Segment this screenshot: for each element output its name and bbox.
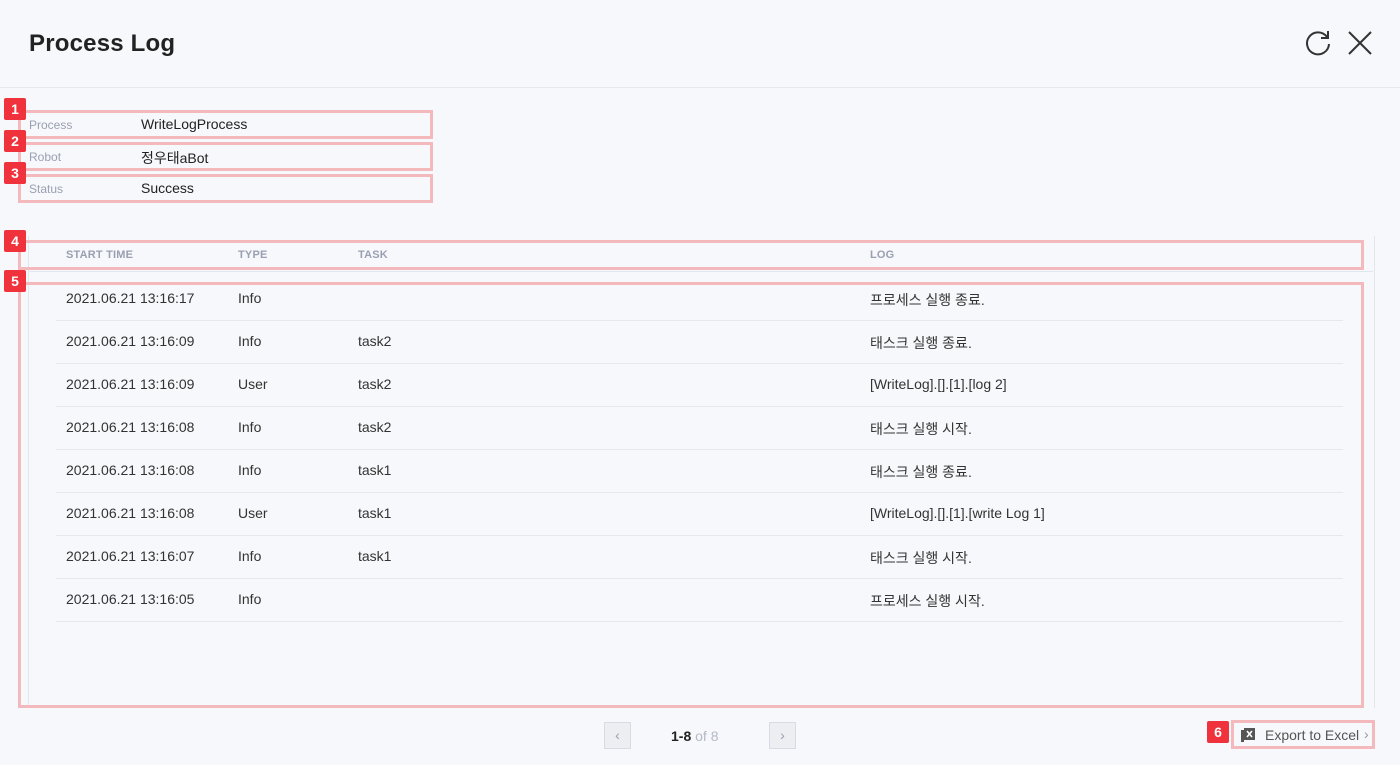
page-indicator: 1-8 of 8 — [671, 728, 719, 744]
cell-start-time: 2021.06.21 13:16:07 — [66, 548, 195, 564]
cell-type: Info — [238, 591, 262, 607]
robot-label: Robot — [29, 150, 62, 164]
refresh-button[interactable] — [1303, 28, 1333, 58]
cell-start-time: 2021.06.21 13:16:17 — [66, 290, 195, 306]
table-row[interactable]: 2021.06.21 13:16:09 Info task2 태스크 실행 종료. — [56, 320, 1343, 364]
cell-task: task2 — [358, 376, 392, 392]
chevron-right-icon: › — [780, 727, 785, 743]
info-row-process: Process WriteLogProcess — [18, 110, 433, 139]
cell-task: task2 — [358, 419, 392, 435]
annotation-badge-5: 5 — [4, 270, 26, 292]
process-label: Process — [29, 118, 73, 132]
table-row[interactable]: 2021.06.21 13:16:09 User task2 [WriteLog].[… — [56, 363, 1343, 407]
cell-start-time: 2021.06.21 13:16:09 — [66, 333, 195, 349]
info-row-robot: Robot 정우태aBot — [18, 142, 433, 171]
chevron-left-icon: ‹ — [615, 727, 620, 743]
header-highlight — [18, 240, 1364, 270]
page-range: 1-8 — [671, 728, 692, 744]
cell-start-time: 2021.06.21 13:16:09 — [66, 376, 195, 392]
export-label: Export to Excel — [1265, 727, 1360, 743]
cell-start-time: 2021.06.21 13:16:08 — [66, 462, 195, 478]
annotation-badge-3: 3 — [4, 162, 26, 184]
dialog-title: Process Log — [29, 30, 176, 57]
table-row[interactable]: 2021.06.21 13:16:08 User task1 [WriteLog].[… — [56, 492, 1343, 536]
cell-log: 프로세스 실행 종료. — [870, 292, 985, 308]
cell-type: Info — [238, 548, 262, 564]
cell-type: Info — [238, 333, 262, 349]
annotation-badge-1: 1 — [4, 98, 26, 120]
cell-start-time: 2021.06.21 13:16:08 — [66, 505, 195, 521]
cell-type: Info — [238, 290, 262, 306]
cell-log: 태스크 실행 시작. — [870, 421, 972, 437]
dialog-header: Process Log — [0, 0, 1400, 88]
annotation-badge-2: 2 — [4, 130, 26, 152]
status-label: Status — [29, 182, 64, 196]
cell-type: User — [238, 376, 268, 392]
cell-start-time: 2021.06.21 13:16:08 — [66, 419, 195, 435]
cell-log: 태스크 실행 종료. — [870, 335, 972, 351]
table-row[interactable]: 2021.06.21 13:16:17 Info 프로세스 실행 종료. — [56, 277, 1343, 321]
excel-icon — [1241, 728, 1255, 742]
cell-log: 태스크 실행 시작. — [870, 550, 972, 566]
table-row[interactable]: 2021.06.21 13:16:08 Info task1 태스크 실행 종료. — [56, 449, 1343, 493]
table-row[interactable]: 2021.06.21 13:16:07 Info task1 태스크 실행 시작. — [56, 535, 1343, 579]
annotation-badge-6: 6 — [1207, 721, 1229, 743]
cell-type: User — [238, 505, 268, 521]
cell-task: task1 — [358, 505, 392, 521]
chevron-right-icon: › — [1364, 726, 1369, 742]
cell-type: Info — [238, 462, 262, 478]
robot-value: 정우태aBot — [141, 150, 209, 166]
close-button[interactable] — [1345, 28, 1375, 58]
cell-task: task1 — [358, 548, 392, 564]
cell-log: [WriteLog].[].[1].[log 2] — [870, 376, 1007, 392]
cell-start-time: 2021.06.21 13:16:05 — [66, 591, 195, 607]
table-row[interactable]: 2021.06.21 13:16:08 Info task2 태스크 실행 시작. — [56, 406, 1343, 450]
refresh-icon — [1306, 31, 1330, 56]
annotation-badge-4: 4 — [4, 230, 26, 252]
cell-log: 프로세스 실행 시작. — [870, 593, 985, 609]
cell-log: 태스크 실행 종료. — [870, 464, 972, 480]
process-value: WriteLogProcess — [141, 116, 248, 132]
header-divider — [28, 271, 1373, 272]
page-of-label: of — [695, 728, 707, 744]
table-row[interactable]: 2021.06.21 13:16:05 Info 프로세스 실행 시작. — [56, 578, 1343, 622]
prev-page-button[interactable]: ‹ — [604, 722, 631, 749]
info-row-status: Status Success — [18, 174, 433, 203]
status-value: Success — [141, 180, 194, 196]
cell-task: task2 — [358, 333, 392, 349]
cell-log: [WriteLog].[].[1].[write Log 1] — [870, 505, 1045, 521]
cell-task: task1 — [358, 462, 392, 478]
page-total: 8 — [710, 728, 719, 744]
next-page-button[interactable]: › — [769, 722, 796, 749]
export-to-excel-button[interactable]: Export to Excel › — [1231, 720, 1375, 749]
cell-type: Info — [238, 419, 262, 435]
close-icon — [1348, 31, 1372, 55]
